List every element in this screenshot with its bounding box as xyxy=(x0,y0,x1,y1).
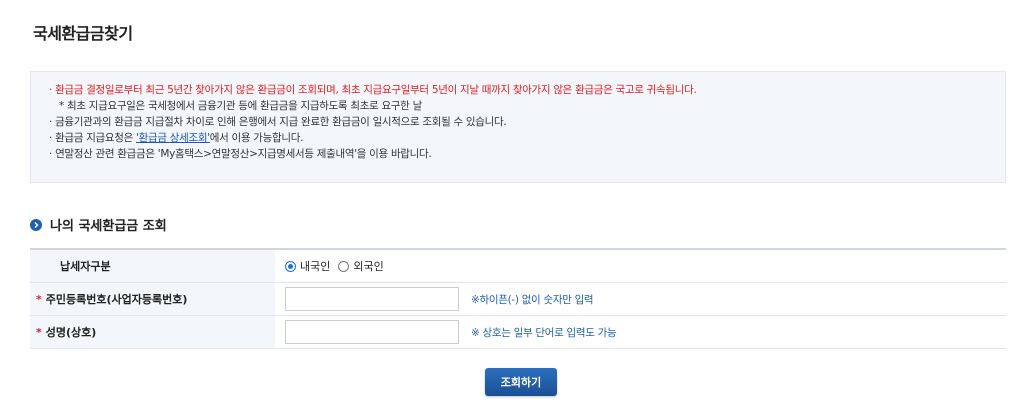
notice-box: · 환급금 결정일로부터 최근 5년간 찾아가지 않은 환급금이 조회되며, 최… xyxy=(30,71,1006,183)
notice-line-3: · 금융기관과의 환급금 지급절차 차이로 인해 은행에서 지급 완료한 환급금… xyxy=(49,116,507,128)
resident-number-label-text: 주민등록번호(사업자등록번호) xyxy=(45,293,188,306)
form-row-name: * 성명(상호) ※ 상호는 일부 단어로 입력도 가능 xyxy=(30,316,1006,349)
notice-line-1: · 환급금 결정일로부터 최근 5년간 찾아가지 않은 환급금이 조회되며, 최… xyxy=(49,84,697,96)
radio-checked-icon xyxy=(285,260,296,272)
radio-foreign[interactable]: 외국인 xyxy=(338,258,384,274)
search-button[interactable]: 조회하기 xyxy=(485,368,557,396)
notice-line-2: * 최초 지급요구일은 국세청에서 금융기관 등에 환급금을 지급하도록 최초로… xyxy=(59,100,422,112)
taxpayer-type-label-text: 납세자구분 xyxy=(60,260,111,273)
radio-domestic[interactable]: 내국인 xyxy=(285,258,330,274)
radio-domestic-label: 내국인 xyxy=(300,260,331,273)
resident-number-hint: ※하이픈(-) 없이 숫자만 입력 xyxy=(471,293,594,306)
notice-line-5: · 연말정산 관련 환급금은 'My홈택스>연말정산>지급명세서등 제출내역'을… xyxy=(49,148,432,160)
required-mark: * xyxy=(36,325,42,339)
page-title: 국세환급금찾기 xyxy=(33,24,133,43)
page: 국세환급금찾기 · 환급금 결정일로부터 최근 5년간 찾아가지 않은 환급금이… xyxy=(0,0,1024,419)
name-label-text: 성명(상호) xyxy=(45,326,97,339)
arrow-circle-icon xyxy=(30,218,42,231)
resident-number-input[interactable] xyxy=(285,287,459,311)
form-row-resident-number: * 주민등록번호(사업자등록번호) ※하이픈(-) 없이 숫자만 입력 xyxy=(30,283,1006,316)
notice-line-4-prefix: · 환급금 지급요청은 xyxy=(49,132,137,144)
notice-line-4: · 환급금 지급요청은 '환급금 상세조회'에서 이용 가능합니다. xyxy=(49,131,303,145)
form-row-taxpayer-type: 납세자구분 내국인 외국인 xyxy=(30,250,1006,283)
section-title: 나의 국세환급금 조회 xyxy=(30,215,167,234)
refund-search-form: 납세자구분 내국인 외국인 * 주민등록번호(사업자등록번호) ※하이픈(-) … xyxy=(30,248,1006,349)
resident-number-label: * 주민등록번호(사업자등록번호) xyxy=(30,283,275,315)
taxpayer-type-options: 내국인 외국인 xyxy=(275,250,1006,282)
radio-foreign-label: 외국인 xyxy=(353,260,384,273)
section-title-text: 나의 국세환급금 조회 xyxy=(50,219,167,234)
resident-number-cell: ※하이픈(-) 없이 숫자만 입력 xyxy=(275,283,1006,315)
taxpayer-type-label: 납세자구분 xyxy=(30,250,275,282)
name-hint: ※ 상호는 일부 단어로 입력도 가능 xyxy=(471,326,617,339)
name-cell: ※ 상호는 일부 단어로 입력도 가능 xyxy=(275,316,1006,348)
name-label: * 성명(상호) xyxy=(30,316,275,348)
refund-detail-link[interactable]: '환급금 상세조회' xyxy=(136,132,210,144)
radio-unchecked-icon xyxy=(338,260,350,272)
name-input[interactable] xyxy=(285,320,459,344)
notice-line-4-suffix: 에서 이용 가능합니다. xyxy=(209,132,304,144)
required-mark: * xyxy=(36,292,42,306)
